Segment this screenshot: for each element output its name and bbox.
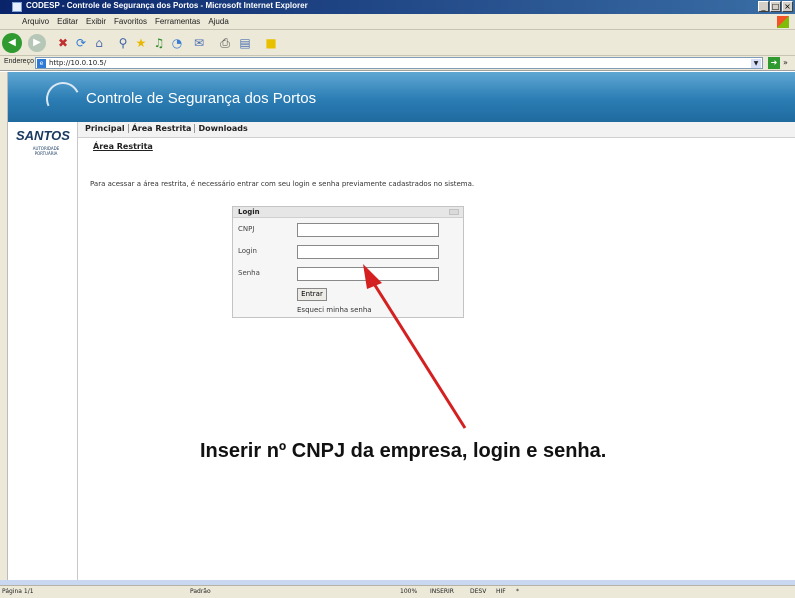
login-label: Login [238, 247, 257, 255]
status-star: * [516, 588, 519, 595]
cnpj-input[interactable] [297, 223, 439, 237]
forward-icon[interactable]: ▶ [28, 34, 46, 52]
section-title: Área Restrita [93, 142, 153, 151]
favorites-icon[interactable]: ★ [132, 34, 150, 52]
menu-ajuda[interactable]: Ajuda [208, 17, 228, 26]
status-desv: DESV [470, 588, 487, 595]
page-header: Controle de Segurança dos Portos [8, 72, 795, 122]
stop-icon[interactable]: ✖ [54, 34, 72, 52]
left-frame-edge [0, 72, 8, 580]
window-controls: _ □ × [758, 1, 793, 12]
menu-bar: Arquivo Editar Exibir Favoritos Ferramen… [0, 14, 795, 30]
login-title: Login [238, 208, 260, 216]
status-page: Página 1/1 [2, 588, 34, 595]
status-bar: Página 1/1 Padrão 100% INSERIR DESV HIF … [0, 585, 795, 598]
page-icon: e [37, 59, 46, 68]
login-input[interactable] [297, 245, 439, 259]
status-style: Padrão [190, 588, 211, 595]
nav-bar: Principal Área Restrita Downloads [78, 122, 795, 138]
edit-icon[interactable]: ▤ [236, 34, 254, 52]
ie-app-icon [12, 2, 22, 12]
login-box: Login CNPJ Login Senha Entrar Esqueci mi… [232, 206, 464, 318]
right-panel [618, 138, 795, 580]
logo-column: SANTOS AUTORIDADE PORTUÁRIA [8, 122, 78, 580]
address-input[interactable]: e http://10.0.10.5/ ▼ [35, 57, 763, 69]
back-icon[interactable]: ◀ [2, 33, 22, 53]
main-content: Área Restrita Para acessar a área restri… [78, 138, 618, 580]
logo-subtitle: AUTORIDADE PORTUÁRIA [32, 146, 60, 156]
santos-logo: SANTOS [16, 128, 70, 143]
collapse-icon[interactable] [449, 209, 459, 215]
menu-arquivo[interactable]: Arquivo [22, 17, 49, 26]
logo-swoosh-icon [41, 77, 85, 121]
cnpj-label: CNPJ [238, 225, 255, 233]
menu-ferramentas[interactable]: Ferramentas [155, 17, 200, 26]
messenger-icon[interactable]: ■ [262, 34, 280, 52]
address-bar: Endereço e http://10.0.10.5/ ▼ ➜ » [0, 56, 795, 71]
search-icon[interactable]: ⚲ [114, 34, 132, 52]
instructions-text: Para acessar a área restrita, é necessár… [90, 180, 475, 188]
status-hif: HIF [496, 588, 506, 595]
nav-downloads[interactable]: Downloads [195, 124, 250, 133]
chevron-down-icon[interactable]: ▼ [751, 59, 761, 68]
menu-favoritos[interactable]: Favoritos [114, 17, 147, 26]
links-chevron-icon[interactable]: » [783, 58, 788, 67]
status-zoom: 100% [400, 588, 418, 595]
home-icon[interactable]: ⌂ [90, 34, 108, 52]
minimize-button[interactable]: _ [758, 1, 769, 12]
history-icon[interactable]: ◔ [168, 34, 186, 52]
login-header: Login [233, 207, 463, 218]
refresh-icon[interactable]: ⟳ [72, 34, 90, 52]
go-button[interactable]: ➜ [768, 57, 780, 69]
nav-principal[interactable]: Principal [82, 124, 129, 133]
maximize-button[interactable]: □ [770, 1, 781, 12]
senha-input[interactable] [297, 267, 439, 281]
entrar-button[interactable]: Entrar [297, 288, 327, 301]
page-viewport: Controle de Segurança dos Portos SANTOS … [8, 72, 795, 580]
page-header-title: Controle de Segurança dos Portos [86, 90, 317, 107]
window-titlebar: CODESP - Controle de Segurança dos Porto… [0, 0, 795, 14]
menu-exibir[interactable]: Exibir [86, 17, 106, 26]
status-insert: INSERIR [430, 588, 454, 595]
mail-icon[interactable]: ✉ [190, 34, 208, 52]
annotation-caption: Inserir nº CNPJ da empresa, login e senh… [200, 440, 607, 462]
nav-area-restrita[interactable]: Área Restrita [129, 124, 196, 133]
address-url[interactable]: http://10.0.10.5/ [49, 59, 106, 67]
senha-label: Senha [238, 269, 260, 277]
menu-editar[interactable]: Editar [57, 17, 78, 26]
forgot-password-link[interactable]: Esqueci minha senha [297, 306, 372, 314]
media-icon[interactable]: ♫ [150, 34, 168, 52]
browser-toolbar: ◀ ▶ ✖ ⟳ ⌂ ⚲ ★ ♫ ◔ ✉ ⎙ ▤ ■ [0, 30, 795, 56]
close-button[interactable]: × [782, 1, 793, 12]
address-label: Endereço [4, 58, 34, 65]
windows-logo-icon [777, 16, 789, 28]
window-title: CODESP - Controle de Segurança dos Porto… [26, 1, 308, 10]
print-icon[interactable]: ⎙ [216, 34, 234, 52]
